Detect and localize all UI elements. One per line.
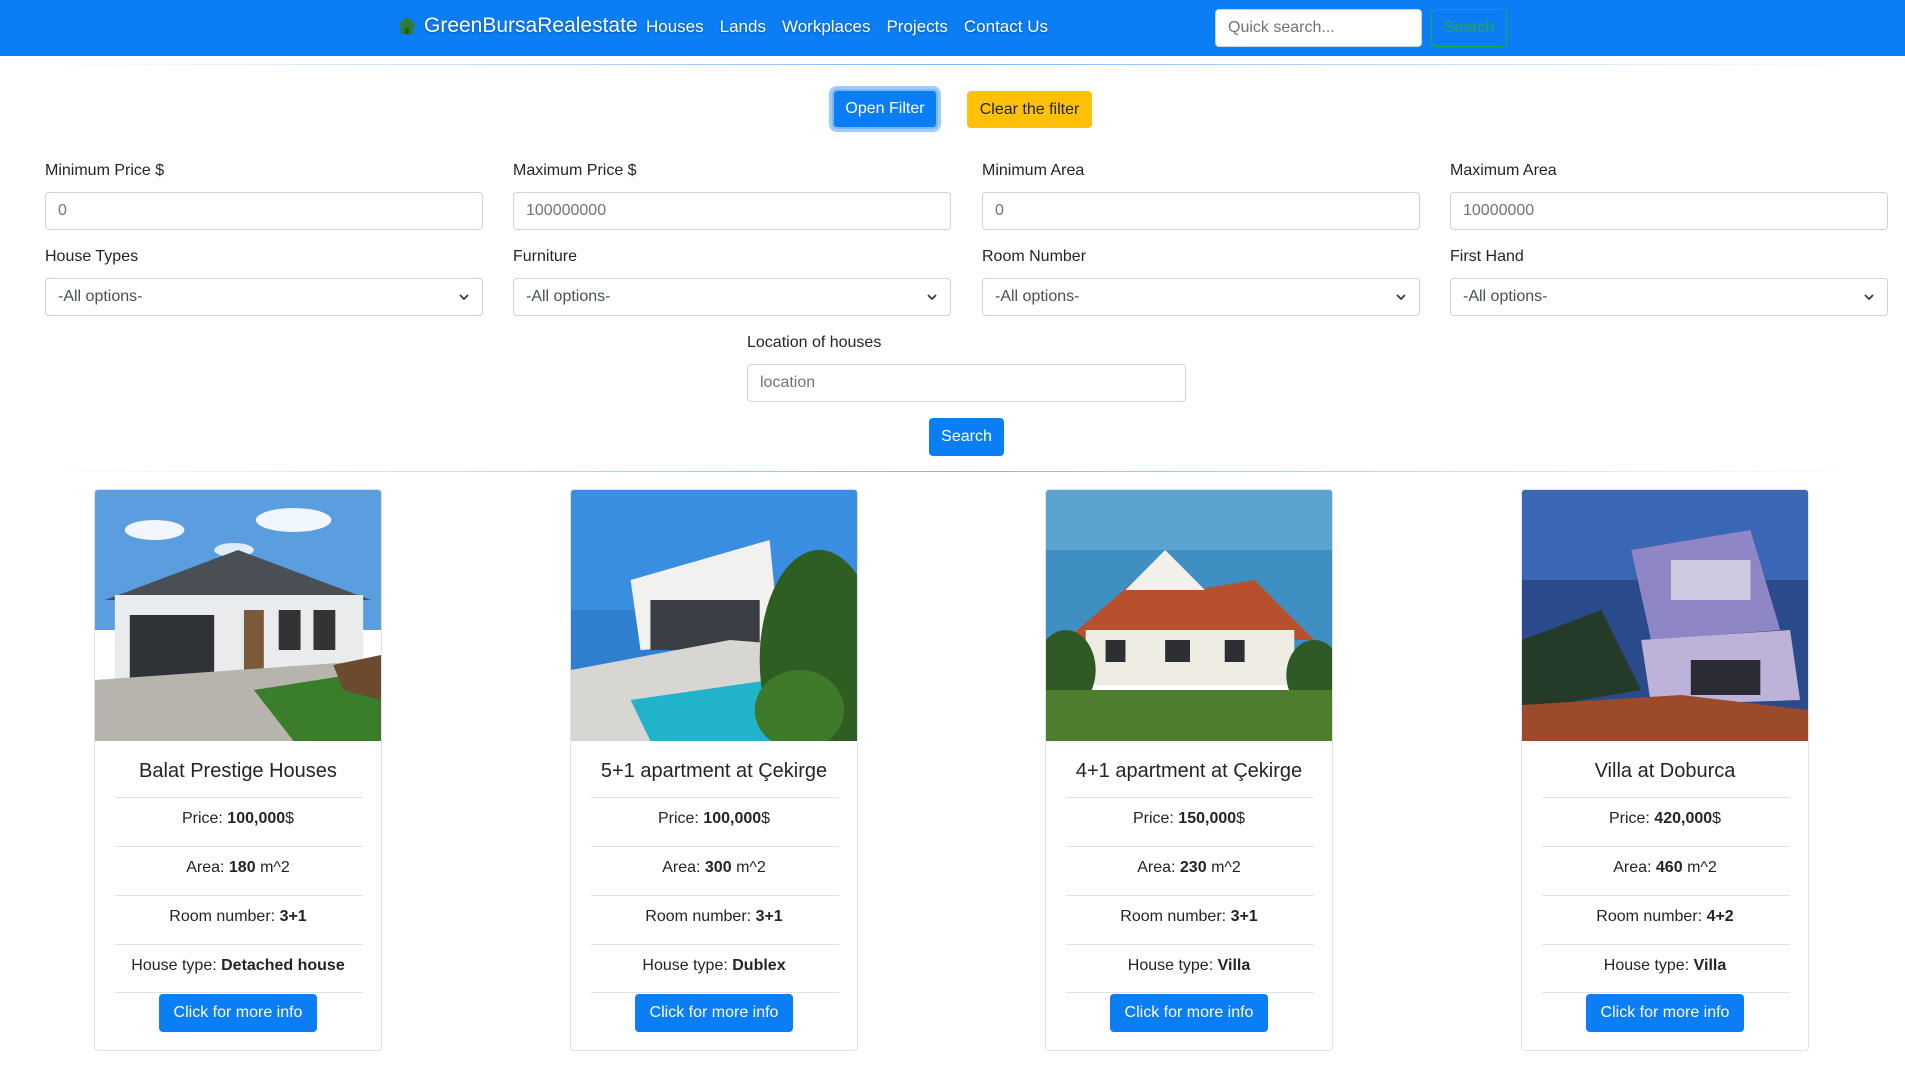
divider xyxy=(591,992,839,993)
divider xyxy=(1542,797,1790,798)
house-types-selected: -All options- xyxy=(58,288,143,305)
min-price-input[interactable] xyxy=(45,192,483,230)
more-info-button[interactable]: Click for more info xyxy=(159,994,317,1032)
listing-photo xyxy=(1522,490,1808,741)
listing-area: Area: 180 m^2 xyxy=(186,859,290,876)
nav-link-contact-us[interactable]: Contact Us xyxy=(964,17,1048,37)
divider xyxy=(591,944,839,945)
listing-price: Price: 100,000$ xyxy=(657,810,771,827)
divider xyxy=(1542,992,1790,993)
chevron-down-icon xyxy=(459,294,469,301)
listing-photo xyxy=(571,490,857,741)
house-types-label: House Types xyxy=(45,248,139,265)
max-price-input[interactable] xyxy=(513,192,951,230)
max-price-label: Maximum Price $ xyxy=(513,162,637,179)
listing-title: Villa at Doburca xyxy=(1594,760,1736,782)
divider xyxy=(1066,846,1314,847)
nav-link-houses[interactable]: Houses xyxy=(646,17,704,37)
nav-link-workplaces[interactable]: Workplaces xyxy=(782,17,871,37)
location-input[interactable] xyxy=(747,364,1186,402)
min-area-input[interactable] xyxy=(982,192,1420,230)
first-hand-selected: -All options- xyxy=(1463,288,1548,305)
listing-type: House type: Dublex xyxy=(642,957,786,974)
min-area-label: Minimum Area xyxy=(982,162,1085,179)
nav-link-projects[interactable]: Projects xyxy=(886,17,947,37)
divider xyxy=(591,895,839,896)
listing-rooms: Room number: 3+1 xyxy=(645,908,783,925)
furniture-select[interactable]: -All options- xyxy=(513,278,951,316)
room-number-select[interactable]: -All options- xyxy=(982,278,1420,316)
listing-area: Area: 230 m^2 xyxy=(1137,859,1241,876)
chevron-down-icon xyxy=(927,294,937,301)
divider xyxy=(1542,895,1790,896)
divider xyxy=(1542,846,1790,847)
divider-middle xyxy=(40,471,1865,472)
location-label: Location of houses xyxy=(747,334,882,351)
chevron-down-icon xyxy=(1396,294,1406,301)
listing-area: Area: 300 m^2 xyxy=(662,859,766,876)
listing-rooms: Room number: 3+1 xyxy=(169,908,307,925)
listing-price: Price: 420,000$ xyxy=(1608,810,1722,827)
house-logo-icon xyxy=(397,16,417,35)
first-hand-select[interactable]: -All options- xyxy=(1450,278,1888,316)
listing-type: House type: Villa xyxy=(1127,957,1251,974)
listing-card: Balat Prestige Houses Price: 100,000$ Ar… xyxy=(94,489,382,1051)
divider-top xyxy=(40,64,1865,65)
first-hand-label: First Hand xyxy=(1450,248,1524,265)
furniture-label: Furniture xyxy=(513,248,578,265)
divider xyxy=(115,797,363,798)
clear-filter-button[interactable]: Clear the filter xyxy=(967,91,1092,128)
divider xyxy=(591,797,839,798)
listing-type: House type: Detached house xyxy=(131,957,345,974)
room-number-selected: -All options- xyxy=(995,288,1080,305)
nav-link-lands[interactable]: Lands xyxy=(720,17,766,37)
listing-rooms: Room number: 3+1 xyxy=(1120,908,1258,925)
brand-name: GreenBursaRealestate xyxy=(424,14,638,37)
listing-type: House type: Villa xyxy=(1603,957,1727,974)
listing-rooms: Room number: 4+2 xyxy=(1596,908,1734,925)
top-navbar: GreenBursaRealestate Houses Lands Workpl… xyxy=(0,0,1905,56)
divider xyxy=(115,992,363,993)
divider xyxy=(1066,895,1314,896)
listing-photo xyxy=(95,490,381,741)
furniture-selected: -All options- xyxy=(526,288,611,305)
house-types-select[interactable]: -All options- xyxy=(45,278,483,316)
listing-price: Price: 150,000$ xyxy=(1132,810,1246,827)
divider xyxy=(115,846,363,847)
min-price-label: Minimum Price $ xyxy=(45,162,165,179)
divider xyxy=(1066,992,1314,993)
max-area-input[interactable] xyxy=(1450,192,1888,230)
nav-links: Houses Lands Workplaces Projects Contact… xyxy=(646,17,1048,37)
quick-search-button[interactable]: Search xyxy=(1431,9,1507,47)
divider xyxy=(591,846,839,847)
brand-link[interactable]: GreenBursaRealestate xyxy=(396,14,638,38)
listing-title: 5+1 apartment at Çekirge xyxy=(600,760,828,782)
listing-title: 4+1 apartment at Çekirge xyxy=(1075,760,1303,782)
divider xyxy=(1066,797,1314,798)
listing-card: 4+1 apartment at Çekirge Price: 150,000$… xyxy=(1045,489,1333,1051)
listing-title: Balat Prestige Houses xyxy=(139,760,337,782)
divider xyxy=(115,944,363,945)
quick-search-input[interactable] xyxy=(1215,9,1422,47)
open-filter-button[interactable]: Open Filter xyxy=(832,89,938,129)
listing-photo xyxy=(1046,490,1332,741)
listing-card: 5+1 apartment at Çekirge Price: 100,000$… xyxy=(570,489,858,1051)
max-area-label: Maximum Area xyxy=(1450,162,1557,179)
more-info-button[interactable]: Click for more info xyxy=(1586,994,1744,1032)
room-number-label: Room Number xyxy=(982,248,1087,265)
listing-card: Villa at Doburca Price: 420,000$ Area: 4… xyxy=(1521,489,1809,1051)
listing-area: Area: 460 m^2 xyxy=(1613,859,1717,876)
divider xyxy=(115,895,363,896)
more-info-button[interactable]: Click for more info xyxy=(635,994,793,1032)
filter-search-button[interactable]: Search xyxy=(929,418,1004,456)
listing-price: Price: 100,000$ xyxy=(181,810,295,827)
divider xyxy=(1542,944,1790,945)
more-info-button[interactable]: Click for more info xyxy=(1110,994,1268,1032)
chevron-down-icon xyxy=(1864,294,1874,301)
divider xyxy=(1066,944,1314,945)
